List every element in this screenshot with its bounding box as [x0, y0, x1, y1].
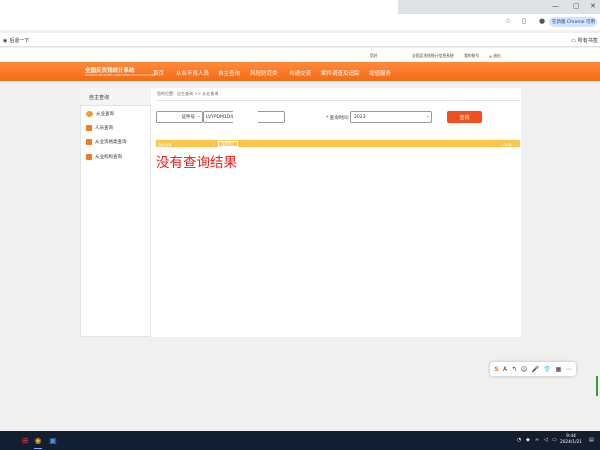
more-icon[interactable]: ⋯ [566, 366, 572, 373]
app-icon[interactable]: ▣ [48, 434, 58, 446]
star-icon[interactable]: ☆ [505, 17, 511, 25]
sogou-icon[interactable]: S [494, 366, 498, 373]
id-type-select[interactable]: 证件号 [156, 111, 203, 123]
nav-risk-prevention[interactable]: 风险防范类 [250, 69, 278, 77]
floating-toolbar: S A ↰ ☺ 🎤 👕 ▦ ⋯ [490, 362, 576, 376]
bookmarks-label: 所有书签 [577, 38, 598, 44]
query-time-value: 2023 [354, 114, 366, 120]
clipboard-icon[interactable]: ▯ [522, 17, 526, 25]
all-bookmarks-button[interactable]: ▭ 所有书签 [571, 37, 598, 45]
breadcrumb: 您的位置：自主查询 >> 从业查询 [157, 91, 219, 96]
profile-label: 在新版 Chrome 可用 [552, 20, 596, 25]
font-icon[interactable]: A [503, 366, 507, 373]
sidebar-item-qualification-query[interactable]: 从业资格类查询 [86, 139, 127, 145]
globe-icon: ◉ [3, 37, 8, 44]
logout-icon: ⊕ [489, 53, 493, 59]
network-icon[interactable]: ◔ [517, 437, 521, 443]
chevron-down-icon: ⌄ [426, 114, 430, 119]
bookmark-bar [0, 33, 600, 47]
wifi-icon[interactable]: ≈ [535, 437, 539, 443]
skin-icon[interactable]: 👕 [544, 366, 551, 373]
logout-link[interactable]: ⊕ 退出 [489, 53, 501, 59]
sidebar-item-label: 人员查询 [95, 126, 113, 131]
chrome-icon[interactable]: ◉ [33, 434, 43, 446]
site-topbar [0, 48, 600, 62]
back-label: 后退一下 [9, 38, 30, 44]
clock[interactable]: 9:44 2024/1/21 [558, 434, 584, 446]
sidebar-item-label: 从业机构查询 [95, 155, 122, 160]
result-header-bar [156, 140, 520, 147]
result-title: 查询结果 [158, 142, 172, 147]
query-time-select[interactable]: 2023 [350, 111, 432, 123]
logout-label: 退出 [493, 53, 501, 58]
emoji-icon[interactable]: ☺ [521, 366, 527, 373]
nav-self-query[interactable]: 自主查询 [218, 69, 240, 77]
no-result-message: 没有查询结果 [156, 155, 237, 171]
my-account-link[interactable]: 我的账号 [464, 53, 479, 59]
redacted-area [233, 110, 258, 132]
divider [157, 100, 521, 101]
sidebar-item-person-query[interactable]: 人员查询 [86, 125, 113, 131]
close-icon[interactable]: ✕ [590, 2, 596, 10]
nav-bad-personnel[interactable]: 从业不良人员 [176, 69, 209, 77]
query-button-label: 查询 [459, 114, 470, 121]
nav-value-added[interactable]: 增值服务 [369, 69, 391, 77]
nav-communication[interactable]: 沟通交流 [289, 69, 311, 77]
account-icon[interactable]: ● [539, 17, 545, 25]
system-link[interactable]: 全国反洗钱统计信息系统 [412, 53, 454, 59]
keyboard-icon[interactable]: ▦ [556, 366, 562, 373]
main-panel [151, 88, 521, 337]
sidebar-title: 自主查询 [80, 88, 151, 106]
id-number-value: LVYPDM1D4 [206, 114, 234, 120]
sidebar-item-institution-query[interactable]: 从业机构查询 [86, 154, 122, 160]
document-icon [86, 139, 92, 145]
scroll-indicator[interactable] [596, 376, 598, 396]
taskbar [0, 431, 600, 450]
maximize-icon[interactable]: ▢ [573, 2, 580, 10]
sidebar-item-label: 从业查询 [96, 112, 114, 117]
document-icon [86, 154, 92, 160]
sidebar-item-practice-query[interactable]: 从业查询 [86, 111, 114, 117]
clock-date: 2024/1/21 [559, 440, 583, 445]
minimize-icon[interactable]: — [552, 2, 559, 10]
site-logo-title: 全国反洗钱统计系统 [85, 68, 135, 74]
start-icon[interactable]: ⊞ [20, 434, 30, 446]
volume-icon[interactable]: ◁ [544, 437, 548, 443]
notification-icon[interactable]: ▤ [589, 437, 594, 443]
person-icon [86, 125, 92, 131]
people-icon [86, 111, 93, 117]
browser-tab-strip [398, 0, 600, 14]
result-count: 共0条 [503, 142, 512, 147]
active-app-indicator [34, 448, 42, 449]
id-type-value: 证件号 [181, 115, 196, 120]
query-time-label: * 查询时间： [326, 116, 353, 121]
battery-icon[interactable]: ▭ [552, 437, 557, 443]
back-button[interactable]: ◉ 后退一下 [3, 37, 30, 45]
site-logo-subtitle: NATIONAL ANTI-MONEY LAUNDERING STATISTIC… [85, 74, 156, 77]
nav-home[interactable]: 首页 [153, 69, 164, 77]
profile-update-button[interactable]: 在新版 Chrome 可用 [549, 17, 597, 27]
sidebar-item-label: 从业资格类查询 [95, 140, 127, 145]
security-icon[interactable]: ◆ [526, 437, 530, 443]
folder-icon: ▭ [571, 37, 576, 44]
nav-case-investigation[interactable]: 案件调查及追踪 [321, 69, 360, 77]
punctuation-icon[interactable]: ↰ [512, 366, 517, 373]
chevron-down-icon: ⌄ [197, 114, 201, 119]
query-button[interactable]: 查询 [447, 111, 482, 123]
microphone-icon[interactable]: 🎤 [532, 366, 539, 373]
view-statistics-link[interactable]: 查看统计 [218, 140, 238, 147]
